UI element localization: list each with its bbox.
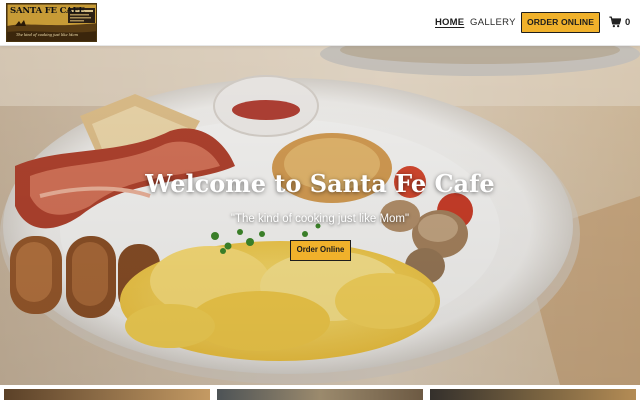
site-logo[interactable]: SANTA FE CAFE The kind of cooking just l… bbox=[6, 3, 97, 42]
gallery-thumbnail[interactable] bbox=[430, 389, 636, 400]
hero-order-online-button[interactable]: Order Online bbox=[290, 240, 351, 261]
nav-gallery-link[interactable]: GALLERY bbox=[470, 17, 516, 28]
gallery-thumbnail[interactable] bbox=[4, 389, 210, 400]
hero-banner: Welcome to Santa Fe Cafe "The kind of co… bbox=[0, 46, 640, 385]
gallery-thumbnail[interactable] bbox=[217, 389, 423, 400]
hero-title: Welcome to Santa Fe Cafe bbox=[145, 169, 495, 198]
order-online-button[interactable]: ORDER ONLINE bbox=[521, 12, 600, 33]
gallery-strip bbox=[0, 385, 640, 400]
site-header: SANTA FE CAFE The kind of cooking just l… bbox=[0, 0, 640, 46]
nav-home-link[interactable]: HOME bbox=[435, 17, 464, 28]
cart-button[interactable]: 0 bbox=[609, 15, 635, 29]
cart-count: 0 bbox=[625, 16, 631, 28]
logo-title: SANTA FE CAFE bbox=[10, 6, 85, 16]
hero-subtitle: "The kind of cooking just like Mom" bbox=[230, 213, 410, 225]
logo-tagline: The kind of cooking just like Mom bbox=[16, 33, 78, 37]
shopping-cart-icon bbox=[609, 16, 621, 28]
